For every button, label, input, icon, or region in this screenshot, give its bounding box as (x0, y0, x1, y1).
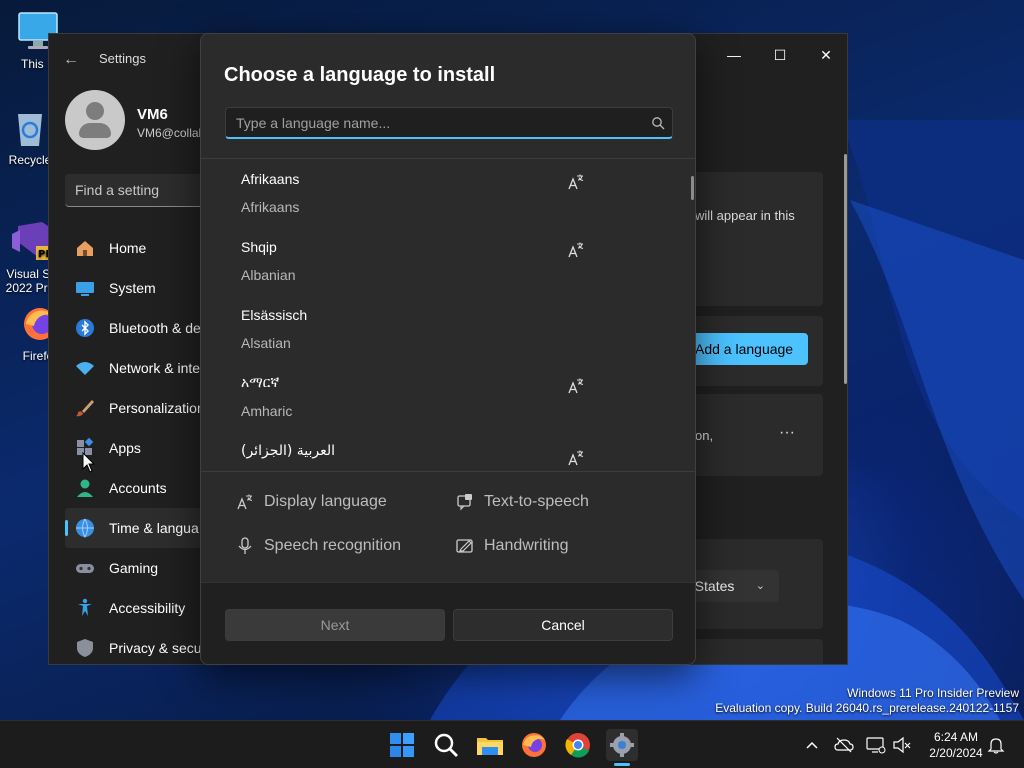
bluetooth-icon (76, 319, 94, 337)
feature-speech-recognition: Speech recognition (238, 537, 401, 555)
avatar[interactable] (65, 90, 125, 150)
list-item[interactable]: Shqip Albanian (201, 227, 691, 295)
maximize-button[interactable]: ☐ (757, 40, 803, 70)
nav-label: Privacy & secu (109, 640, 202, 656)
add-language-button[interactable]: Add a language (689, 333, 808, 365)
language-native-name: Afrikaans (241, 171, 300, 187)
privacy-shield-icon (77, 639, 93, 657)
watermark-line-1: Windows 11 Pro Insider Preview (847, 686, 1019, 700)
language-list: Afrikaans Afrikaans Shqip Albanian Elsäs… (201, 159, 695, 471)
window-title: Settings (99, 51, 146, 66)
feature-handwriting: Handwriting (456, 537, 569, 555)
language-search-input[interactable] (225, 107, 673, 139)
scrollbar[interactable] (844, 154, 847, 384)
cloud-offline-icon[interactable] (834, 735, 854, 755)
brush-icon (76, 400, 94, 417)
network-status-icon[interactable] (866, 735, 886, 755)
file-explorer-icon[interactable] (474, 729, 506, 761)
list-scrollbar[interactable] (691, 176, 694, 200)
microphone-icon (238, 537, 252, 554)
display-language-icon (237, 494, 253, 510)
accounts-icon (77, 479, 93, 497)
recycle-bin-icon (18, 114, 42, 146)
entry-text: on, (695, 428, 714, 443)
list-item[interactable]: አማርኛ Amharic (201, 363, 691, 431)
cancel-button[interactable]: Cancel (453, 609, 673, 641)
language-native-name: Elsässisch (241, 307, 308, 323)
choose-language-dialog: Choose a language to install Afrikaans A… (200, 33, 696, 665)
nav-label: Apps (109, 440, 141, 456)
language-english-name: Albanian (241, 267, 296, 283)
system-icon (76, 282, 94, 296)
chevron-up-icon[interactable] (802, 735, 822, 755)
close-button[interactable]: ✕ (803, 40, 847, 70)
nav-label: Gaming (109, 560, 159, 576)
search-icon (652, 117, 665, 130)
handwriting-icon (456, 539, 473, 553)
start-icon[interactable] (386, 729, 418, 761)
nav-label: Accounts (109, 480, 167, 496)
watermark-line-2: Evaluation copy. Build 26040.rs_prerelea… (715, 701, 1019, 715)
nav-label: Personalization (109, 400, 205, 416)
more-options-icon[interactable]: ··· (779, 424, 795, 442)
nav-label: Home (109, 240, 147, 256)
feature-label: Speech recognition (264, 537, 401, 554)
language-native-name: العربية (الجزائر) (241, 443, 336, 459)
feature-label: Display language (264, 493, 387, 510)
list-item[interactable]: العربية (الجزائر) (201, 431, 691, 471)
language-native-name: አማርኛ (241, 375, 280, 391)
notification-bell-icon[interactable] (986, 735, 1006, 755)
language-english-name: Alsatian (241, 335, 291, 351)
divider (201, 471, 695, 472)
network-icon (76, 362, 94, 375)
display-language-icon (568, 174, 584, 190)
display-language-icon (568, 450, 584, 466)
time-language-icon (76, 518, 94, 538)
feature-display-language: Display language (237, 493, 387, 511)
nav-label: Time & langua (109, 520, 199, 536)
dialog-title: Choose a language to install (224, 64, 496, 86)
mouse-cursor-icon (82, 452, 96, 473)
nav-label: Network & inte (109, 360, 201, 376)
display-language-icon (568, 242, 584, 258)
nav-label: Bluetooth & de (109, 320, 201, 336)
nav-label: System (109, 280, 156, 296)
language-native-name: Shqip (241, 239, 277, 255)
back-arrow-icon[interactable]: ← (63, 50, 83, 70)
clock-date: 2/20/2024 (929, 746, 983, 760)
clock[interactable]: 6:24 AM 2/20/2024 (918, 729, 994, 761)
feature-label: Text-to-speech (484, 493, 589, 510)
dialog-footer: Next Cancel (201, 582, 695, 664)
visual-studio-icon: PR (12, 222, 53, 260)
display-language-icon (568, 378, 584, 394)
next-button[interactable]: Next (225, 609, 445, 641)
firefox-icon[interactable] (518, 729, 550, 761)
nav-label: Accessibility (109, 600, 186, 616)
language-english-name: Amharic (241, 403, 293, 419)
text-to-speech-icon (457, 494, 472, 511)
chevron-down-icon: ⌄ (755, 580, 765, 592)
settings-gear-icon[interactable] (606, 729, 638, 761)
clock-time: 6:24 AM (933, 730, 979, 744)
feature-text-to-speech: Text-to-speech (457, 493, 589, 511)
user-profile: VM6 VM6@collal (65, 90, 201, 150)
minimize-button[interactable]: — (711, 40, 757, 70)
info-text: will appear in this (695, 208, 795, 223)
taskbar: 6:24 AM 2/20/2024 (0, 720, 1024, 768)
language-english-name: Afrikaans (241, 199, 300, 215)
volume-muted-icon[interactable] (892, 735, 912, 755)
feature-label: Handwriting (484, 537, 569, 554)
search-icon[interactable] (430, 729, 462, 761)
accessibility-icon (78, 598, 92, 616)
user-email: VM6@collal (137, 126, 202, 140)
home-icon (77, 241, 93, 256)
list-item[interactable]: Afrikaans Afrikaans (201, 159, 691, 227)
chrome-icon[interactable] (562, 729, 594, 761)
user-name: VM6 (137, 106, 168, 123)
list-item[interactable]: Elsässisch Alsatian (201, 295, 691, 363)
active-app-indicator (614, 763, 630, 766)
gaming-icon (76, 564, 94, 573)
